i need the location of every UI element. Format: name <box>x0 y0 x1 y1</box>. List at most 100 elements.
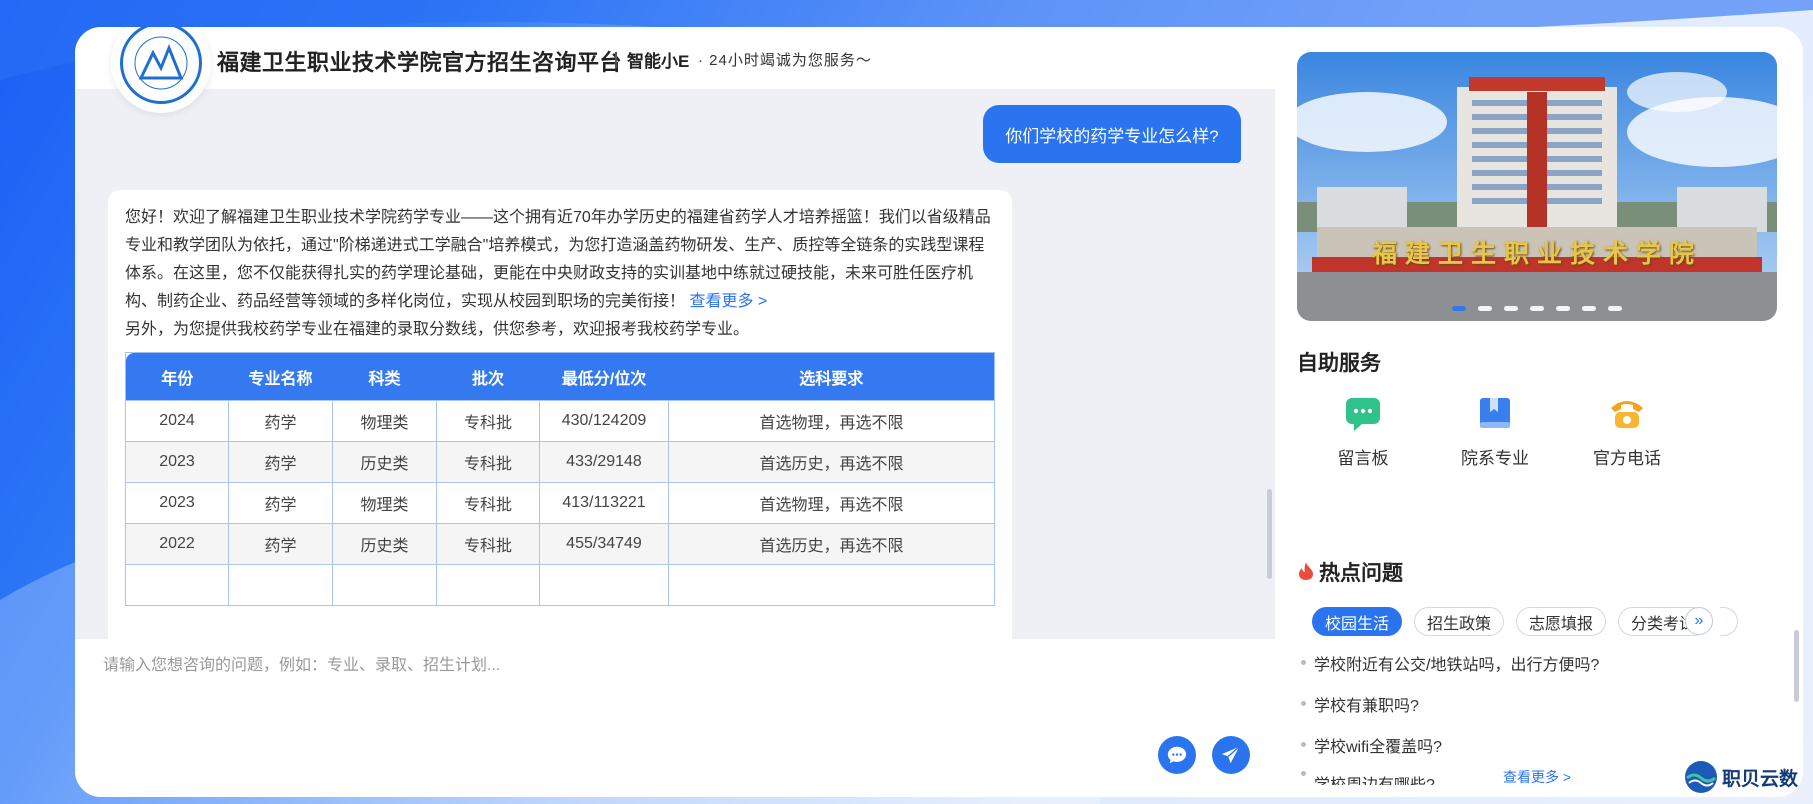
send-button[interactable] <box>1212 736 1250 774</box>
banner-dot[interactable] <box>1582 306 1596 311</box>
fire-icon <box>1299 562 1313 580</box>
see-more-questions-link[interactable]: 查看更多 > <box>1503 767 1571 787</box>
user-message-bubble: 你们学校的药学专业怎么样? <box>983 105 1241 163</box>
chat-bubble-icon <box>1167 746 1187 764</box>
service-departments[interactable]: 院系专业 <box>1429 392 1561 469</box>
table-cell: 物理类 <box>332 400 437 442</box>
header: 福建卫生职业技术学院官方招生咨询平台 智能小E · 24小时竭诚为您服务～ <box>75 27 1275 113</box>
table-cell: 2023 <box>125 482 229 524</box>
chat-mode-button[interactable] <box>1158 736 1196 774</box>
question-text: 学校周边有哪些? <box>1314 771 1435 785</box>
banner-dot[interactable] <box>1556 306 1570 311</box>
table-header: 批次 <box>471 370 504 388</box>
main-card: 福建卫生职业技术学院官方招生咨询平台 智能小E · 24小时竭诚为您服务～ 你们… <box>75 27 1803 797</box>
table-cell: 专科批 <box>436 400 540 442</box>
table-cell: 专科批 <box>436 441 540 483</box>
bot-reply-text: 您好！欢迎了解福建卫生职业技术学院药学专业——这个拥有近70年办学历史的福建省药… <box>125 204 995 344</box>
banner-sign-text: 福建卫生职业技术学院 <box>1371 239 1702 268</box>
banner-dots <box>1297 306 1777 311</box>
banner-dot[interactable] <box>1452 306 1466 311</box>
list-item[interactable]: 学校附近有公交/地铁站吗，出行方便吗? <box>1301 642 1741 683</box>
table-header: 选科要求 <box>799 370 864 388</box>
chat-scrollbar[interactable] <box>1267 489 1272 579</box>
right-panel-scrollbar[interactable] <box>1794 630 1799 702</box>
banner-dot[interactable] <box>1608 306 1622 311</box>
table-cell: 药学 <box>228 482 333 524</box>
self-service-list: 留言板 院系专业 官方电话 <box>1297 392 1777 469</box>
table-cell: 历史类 <box>332 441 437 483</box>
footer-brand: 职贝云数 <box>1684 760 1798 794</box>
banner-pagination: 福建卫生职业技术学院 <box>1297 232 1777 272</box>
table-row: 2022 药学 历史类 专科批 455/34749 首选历史，再选不限 <box>125 523 995 565</box>
admission-score-table: 年份 专业名称 科类 批次 最低分/位次 选科要求 2024 药学 物理类 专科… <box>125 352 995 606</box>
service-label: 留言板 <box>1337 449 1389 468</box>
tab-application[interactable]: 志愿填报 <box>1516 607 1607 636</box>
table-header: 年份 <box>161 370 194 388</box>
bot-reply-paragraph-1: 您好！欢迎了解福建卫生职业技术学院药学专业——这个拥有近70年办学历史的福建省药… <box>125 209 991 310</box>
table-row: 2024 药学 物理类 专科批 430/124209 首选物理，再选不限 <box>125 400 995 442</box>
message-board-icon <box>1346 398 1380 431</box>
question-tabs: 校园生活 招生政策 志愿填报 分类考试 <box>1312 607 1739 636</box>
hot-question-list: 学校附近有公交/地铁站吗，出行方便吗? 学校有兼职吗? 学校wifi全覆盖吗? … <box>1301 642 1741 785</box>
tab-campus-life[interactable]: 校园生活 <box>1312 607 1403 636</box>
table-cell: 430/124209 <box>539 400 669 442</box>
table-row: 2023 药学 物理类 专科批 413/113221 首选物理，再选不限 <box>125 482 995 524</box>
site-title: 福建卫生职业技术学院官方招生咨询平台 <box>217 50 623 75</box>
table-cell: 433/29148 <box>539 441 669 483</box>
bullet-icon <box>1301 742 1306 747</box>
chat-area[interactable]: 你们学校的药学专业怎么样? 您好！欢迎了解福建卫生职业技术学院药学专业——这个拥… <box>75 89 1275 639</box>
phone-icon <box>1611 401 1643 428</box>
question-text: 学校附近有公交/地铁站吗，出行方便吗? <box>1314 656 1600 674</box>
question-input[interactable] <box>103 651 1233 681</box>
right-panel: 福建卫生职业技术学院 自助服务 留言板 院系专业 官方电话 热点问题 校园生活 … <box>1275 27 1803 797</box>
service-label: 院系专业 <box>1461 449 1529 468</box>
table-cell: 413/113221 <box>539 482 669 524</box>
banner-dot[interactable] <box>1530 306 1544 311</box>
table-cell: 物理类 <box>332 482 437 524</box>
banner-dot[interactable] <box>1504 306 1518 311</box>
service-official-phone[interactable]: 官方电话 <box>1561 392 1693 469</box>
table-cell: 专科批 <box>436 523 540 565</box>
table-cell: 455/34749 <box>539 523 669 565</box>
table-cell: 首选历史，再选不限 <box>668 441 995 483</box>
table-cell: 药学 <box>228 523 333 565</box>
table-cell: 首选物理，再选不限 <box>668 400 995 442</box>
double-chevron-right-icon: » <box>1694 612 1704 629</box>
self-service-title: 自助服务 <box>1297 352 1381 375</box>
table-header: 最低分/位次 <box>561 370 647 388</box>
bullet-icon <box>1301 660 1306 665</box>
see-more-link[interactable]: 查看更多 > <box>689 293 767 310</box>
table-header: 科类 <box>368 370 401 388</box>
footer-brand-name: 职贝云数 <box>1722 768 1799 790</box>
brand-logo-icon <box>1685 761 1717 793</box>
header-divider <box>615 52 617 68</box>
assistant-slogan: · 24小时竭诚为您服务～ <box>698 52 872 69</box>
bot-reply-paragraph-2: 另外，为您提供我校药学专业在福建的录取分数线，供您参考，欢迎报考我校药学专业。 <box>125 321 750 338</box>
table-cell: 药学 <box>228 400 333 442</box>
table-cell: 2022 <box>125 523 229 565</box>
table-cell: 首选历史，再选不限 <box>668 523 995 565</box>
table-row <box>125 564 995 606</box>
assistant-brand: 智能小E <box>627 52 690 71</box>
table-cell: 2024 <box>125 400 229 442</box>
table-cell: 专科批 <box>436 482 540 524</box>
table-cell: 首选物理，再选不限 <box>668 482 995 524</box>
service-label: 官方电话 <box>1593 449 1661 468</box>
table-row: 2023 药学 历史类 专科批 433/29148 首选历史，再选不限 <box>125 441 995 483</box>
tab-overflow <box>1720 607 1739 636</box>
hot-questions-title: 热点问题 <box>1319 562 1403 585</box>
list-item[interactable]: 学校wifi全覆盖吗? <box>1301 724 1741 765</box>
service-message-board[interactable]: 留言板 <box>1297 392 1429 469</box>
table-header: 专业名称 <box>248 370 313 388</box>
table-cell: 历史类 <box>332 523 437 565</box>
campus-banner[interactable]: 福建卫生职业技术学院 <box>1297 52 1777 321</box>
tabs-next-button[interactable]: » <box>1685 607 1713 635</box>
tab-admission-policy[interactable]: 招生政策 <box>1414 607 1505 636</box>
list-item[interactable]: 学校有兼职吗? <box>1301 683 1741 724</box>
banner-dot[interactable] <box>1478 306 1492 311</box>
bot-reply-card: 您好！欢迎了解福建卫生职业技术学院药学专业——这个拥有近70年办学历史的福建省药… <box>108 190 1012 639</box>
table-cell: 药学 <box>228 441 333 483</box>
question-text: 学校有兼职吗? <box>1314 697 1419 715</box>
bullet-icon <box>1301 701 1306 706</box>
question-text: 学校wifi全覆盖吗? <box>1314 738 1443 756</box>
